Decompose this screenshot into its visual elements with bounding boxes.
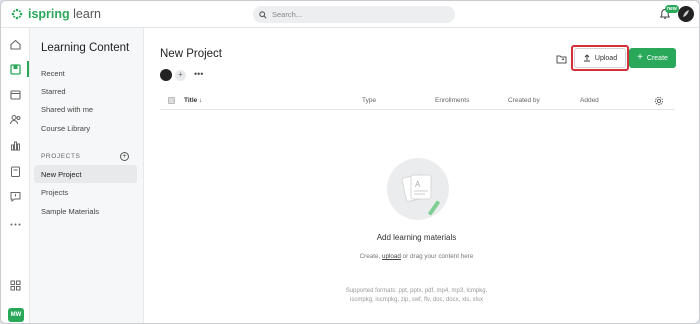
content-icon[interactable] (9, 63, 22, 76)
create-label: Create (646, 54, 668, 62)
assignments-icon[interactable] (9, 165, 22, 178)
gear-icon[interactable] (654, 96, 664, 106)
add-collaborator-button[interactable]: + (175, 70, 186, 81)
nav-item-sample-materials[interactable]: Sample Materials (41, 207, 99, 216)
logo-icon (11, 8, 23, 20)
empty-state-illustration: A (387, 158, 449, 220)
upload-link[interactable]: upload (382, 253, 401, 260)
add-project-button[interactable]: + (120, 152, 129, 161)
create-button[interactable]: + Create (629, 48, 676, 68)
owner-avatar[interactable] (160, 69, 172, 81)
apps-icon[interactable] (9, 279, 22, 292)
logo-text-learn: learn (73, 7, 101, 21)
search-input[interactable]: Search... (253, 6, 455, 23)
page-title: New Project (160, 48, 222, 60)
home-icon[interactable] (9, 38, 22, 51)
app-window: ispring learn Search... new MW Learning … (0, 0, 700, 324)
move-folder-icon[interactable] (556, 54, 567, 64)
top-bar: ispring learn Search... new (1, 1, 699, 28)
select-all-checkbox[interactable] (168, 97, 175, 104)
search-icon (259, 10, 267, 19)
supported-formats: Supported formats: ppt, pptx, pdf, mp4, … (345, 288, 488, 303)
empty-state-heading: Add learning materials (376, 233, 457, 242)
main-content: New Project + ••• Upload + Create Title … (144, 28, 689, 323)
column-title[interactable]: Title ↓ (184, 97, 202, 104)
nav-item-course-library[interactable]: Course Library (41, 124, 90, 133)
column-enrollments[interactable]: Enrollments (435, 97, 469, 104)
table-header: Title ↓ Type Enrollments Created by Adde… (160, 94, 675, 110)
svg-text:A: A (415, 180, 421, 189)
more-icon[interactable] (9, 218, 22, 231)
chat-icon[interactable] (9, 190, 22, 203)
icon-rail: MW (1, 28, 30, 323)
avatar-leaf-icon (683, 10, 689, 17)
content-nav: Learning Content Recent Starred Shared w… (30, 28, 144, 323)
reports-icon[interactable] (9, 139, 22, 152)
nav-item-projects[interactable]: Projects (41, 188, 68, 197)
new-badge: new (665, 5, 679, 13)
nav-item-starred[interactable]: Starred (41, 87, 66, 96)
column-created-by[interactable]: Created by (508, 97, 540, 104)
projects-section-label: PROJECTS (41, 153, 81, 160)
app-logo[interactable]: ispring learn (11, 7, 101, 21)
avatar[interactable] (678, 6, 694, 22)
logo-text-ispring: ispring (28, 7, 70, 21)
plus-icon: + (637, 52, 643, 63)
upload-highlight-box (571, 45, 629, 71)
column-type[interactable]: Type (362, 97, 376, 104)
documents-icon: A (401, 174, 440, 216)
users-icon[interactable] (9, 113, 22, 126)
calendar-icon[interactable] (9, 88, 22, 101)
active-indicator (27, 61, 29, 77)
more-options-icon[interactable]: ••• (194, 69, 203, 79)
empty-state-hint: Create, upload or drag your content here (359, 253, 474, 260)
column-added[interactable]: Added (580, 97, 599, 104)
user-avatar[interactable]: MW (8, 308, 24, 322)
nav-item-recent[interactable]: Recent (41, 69, 65, 78)
search-placeholder: Search... (272, 10, 303, 19)
nav-item-shared[interactable]: Shared with me (41, 105, 93, 114)
nav-item-new-project[interactable]: New Project (41, 170, 81, 179)
nav-title: Learning Content (41, 42, 130, 54)
